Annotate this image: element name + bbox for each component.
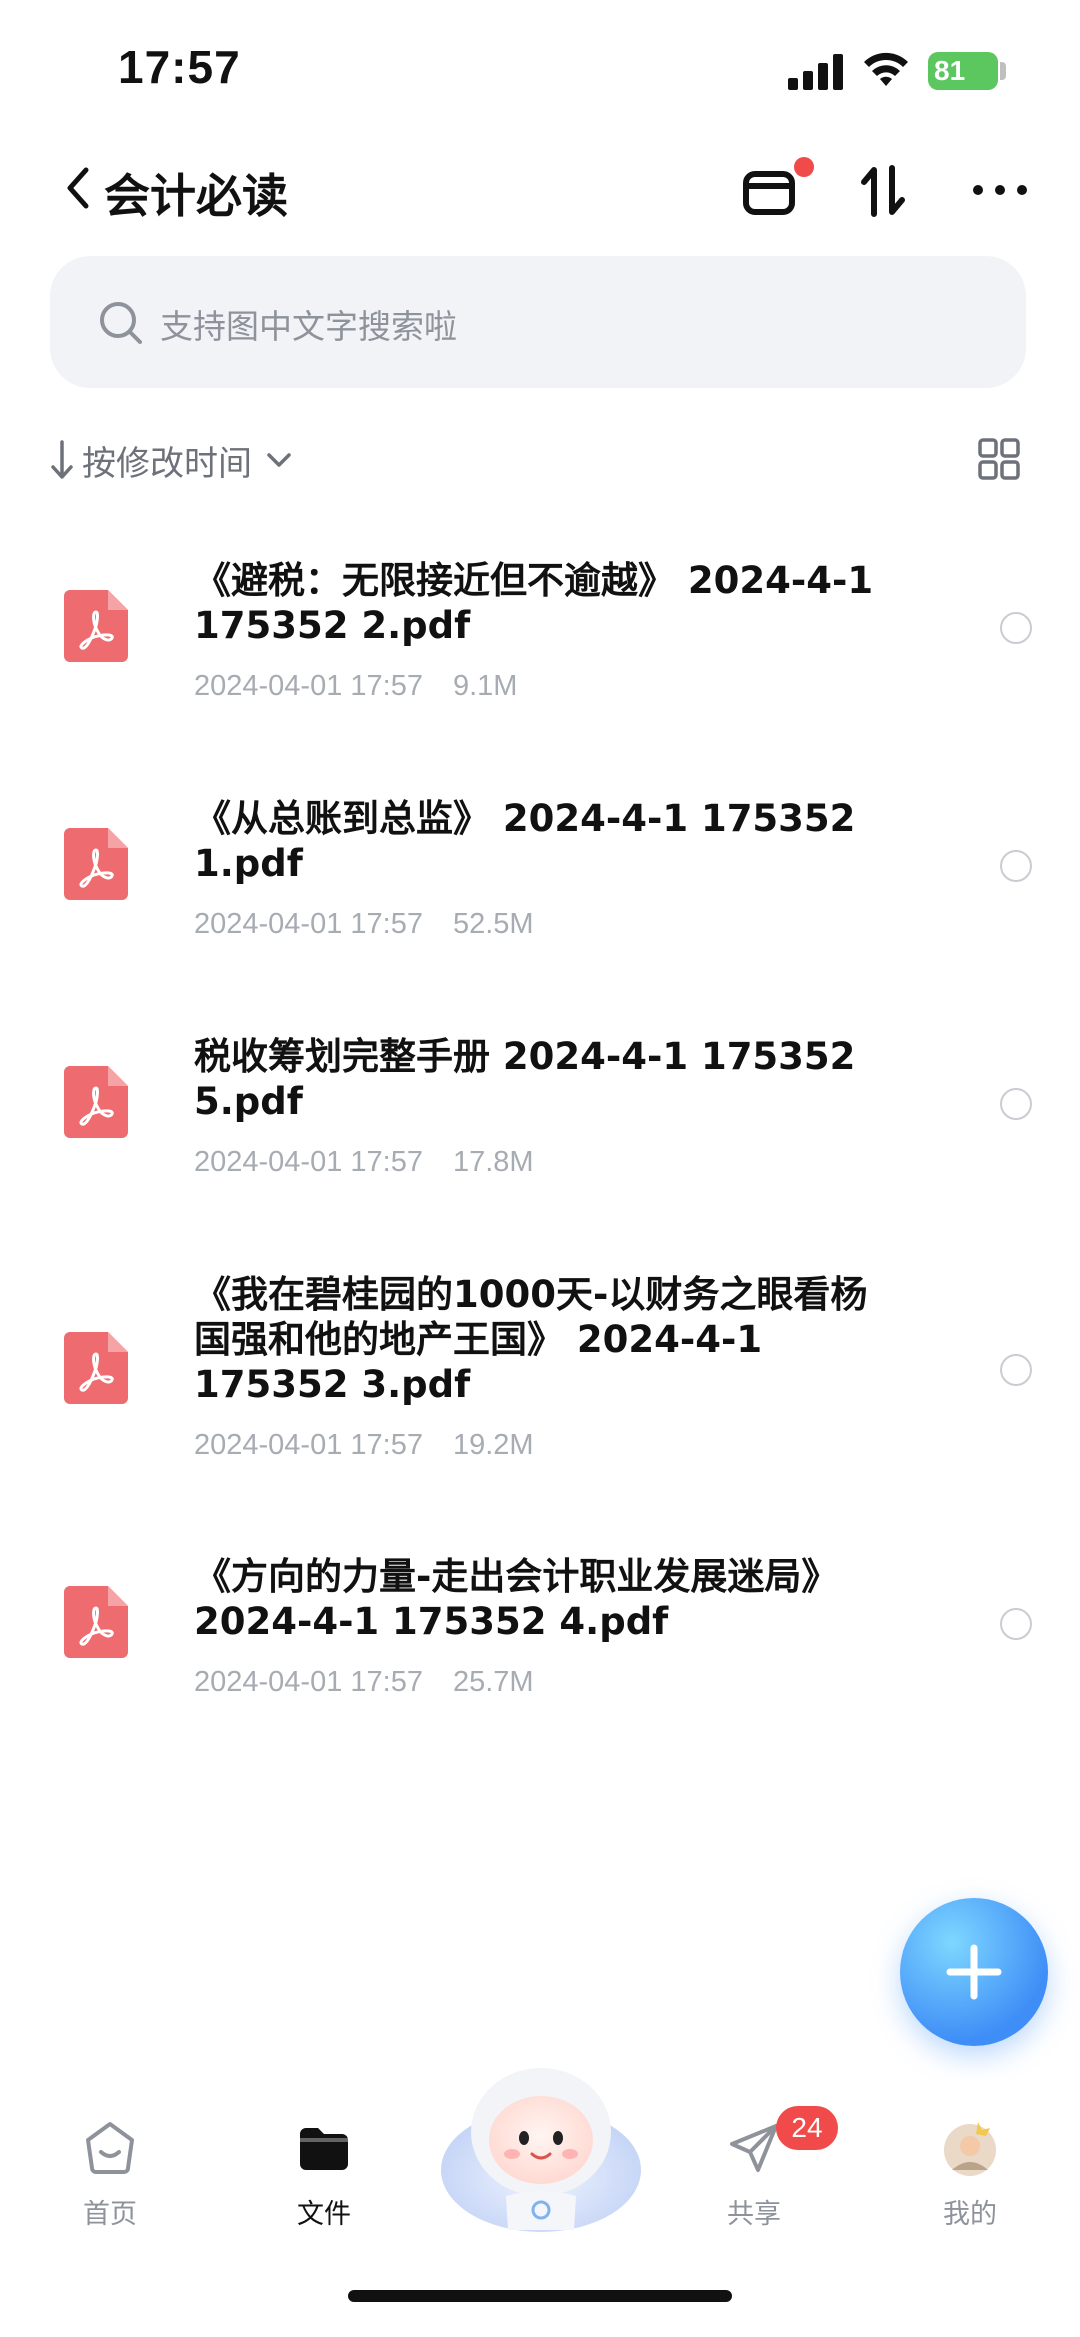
file-size: 17.8M <box>452 1146 534 1178</box>
tab-share-label: 共享 <box>727 2199 781 2230</box>
file-name: 税收筹划完整手册 2024-4-1 175352 5.pdf <box>194 1035 856 1123</box>
battery-level: 81 <box>934 55 966 86</box>
file-size: 9.1M <box>452 670 518 702</box>
grid-view-icon[interactable] <box>978 438 1020 480</box>
arrow-down-icon <box>51 440 73 479</box>
page-title: 会计必读 <box>104 169 288 223</box>
file-meta: 2024-04-01 17:57 17.8M <box>194 1146 534 1179</box>
file-meta: 2024-04-01 17:57 52.5M <box>194 908 534 941</box>
pdf-file-icon <box>64 1586 128 1658</box>
file-meta: 2024-04-01 17:57 9.1M <box>194 670 517 703</box>
screen: 17:57 81 会计必读 支持图中文字搜索啦 按修改时间 《避税：无限接近但不… <box>0 0 1080 2337</box>
list-item[interactable]: 《我在碧桂园的1000天-以财务之眼看杨国强和他的地产王国》 2024-4-1 … <box>0 1254 1080 1504</box>
avatar <box>944 2122 996 2176</box>
select-radio[interactable] <box>1000 1608 1032 1640</box>
list-item[interactable]: 《避税：无限接近但不逾越》 2024-4-1 175352 2.pdf 2024… <box>0 540 1080 740</box>
home-indicator <box>348 2290 732 2302</box>
status-bar: 17:57 81 <box>0 0 1080 140</box>
tab-files[interactable]: 文件 <box>264 2118 384 2231</box>
pdf-file-icon <box>64 1332 128 1404</box>
tab-home-label: 首页 <box>83 2199 137 2230</box>
battery-cap <box>1000 62 1006 80</box>
back-chevron-icon[interactable] <box>58 160 98 216</box>
select-radio[interactable] <box>1000 1088 1032 1120</box>
status-time: 17:57 <box>118 41 241 93</box>
tab-mine-label: 我的 <box>943 2199 997 2230</box>
signal-icon <box>788 54 843 90</box>
file-size: 19.2M <box>452 1429 534 1461</box>
battery-indicator: 81 <box>928 52 998 90</box>
sort-arrows-icon[interactable] <box>856 162 912 220</box>
file-meta: 2024-04-01 17:57 19.2M <box>194 1429 534 1462</box>
file-date: 2024-04-01 17:57 <box>194 1666 423 1698</box>
list-item[interactable]: 《方向的力量-走出会计职业发展迷局》 2024-4-1 175352 4.pdf… <box>0 1536 1080 1736</box>
file-name: 《我在碧桂园的1000天-以财务之眼看杨国强和他的地产王国》 2024-4-1 … <box>194 1273 868 1406</box>
folder-icon <box>300 2128 348 2170</box>
wifi-icon <box>864 52 908 86</box>
plus-icon <box>946 1944 1002 2000</box>
notification-dot <box>794 157 814 177</box>
pdf-file-icon <box>64 828 128 900</box>
more-icon[interactable] <box>970 180 1030 200</box>
select-radio[interactable] <box>1000 612 1032 644</box>
file-date: 2024-04-01 17:57 <box>194 670 423 702</box>
select-radio[interactable] <box>1000 850 1032 882</box>
file-date: 2024-04-01 17:57 <box>194 1146 423 1178</box>
search-placeholder: 支持图中文字搜索啦 <box>160 307 457 346</box>
send-icon <box>730 2124 778 2172</box>
transfer-list-icon[interactable] <box>740 162 798 220</box>
chevron-down-icon <box>267 453 291 467</box>
share-badge: 24 <box>776 2106 838 2150</box>
home-icon <box>86 2122 134 2174</box>
sort-label: 按修改时间 <box>82 443 252 484</box>
list-item[interactable]: 《从总账到总监》 2024-4-1 175352 1.pdf 2024-04-0… <box>0 778 1080 978</box>
sort-selector[interactable]: 按修改时间 <box>50 435 292 485</box>
file-date: 2024-04-01 17:57 <box>194 908 423 940</box>
file-name: 《方向的力量-走出会计职业发展迷局》 2024-4-1 175352 4.pdf <box>194 1555 839 1643</box>
file-size: 25.7M <box>452 1666 534 1698</box>
pdf-file-icon <box>64 590 128 662</box>
tab-files-label: 文件 <box>297 2199 351 2230</box>
file-date: 2024-04-01 17:57 <box>194 1429 423 1461</box>
select-radio[interactable] <box>1000 1354 1032 1386</box>
tab-home[interactable]: 首页 <box>50 2118 170 2231</box>
search-icon <box>100 302 142 344</box>
list-item[interactable]: 税收筹划完整手册 2024-4-1 175352 5.pdf 2024-04-0… <box>0 1016 1080 1216</box>
file-name: 《避税：无限接近但不逾越》 2024-4-1 175352 2.pdf <box>194 559 874 647</box>
pdf-file-icon <box>64 1066 128 1138</box>
file-meta: 2024-04-01 17:57 25.7M <box>194 1666 534 1699</box>
add-button[interactable] <box>900 1898 1048 2046</box>
file-name: 《从总账到总监》 2024-4-1 175352 1.pdf <box>194 797 856 885</box>
mascot-assistant-icon[interactable] <box>436 2050 646 2240</box>
file-size: 52.5M <box>452 908 534 940</box>
tab-mine[interactable]: 我的 <box>910 2118 1030 2231</box>
